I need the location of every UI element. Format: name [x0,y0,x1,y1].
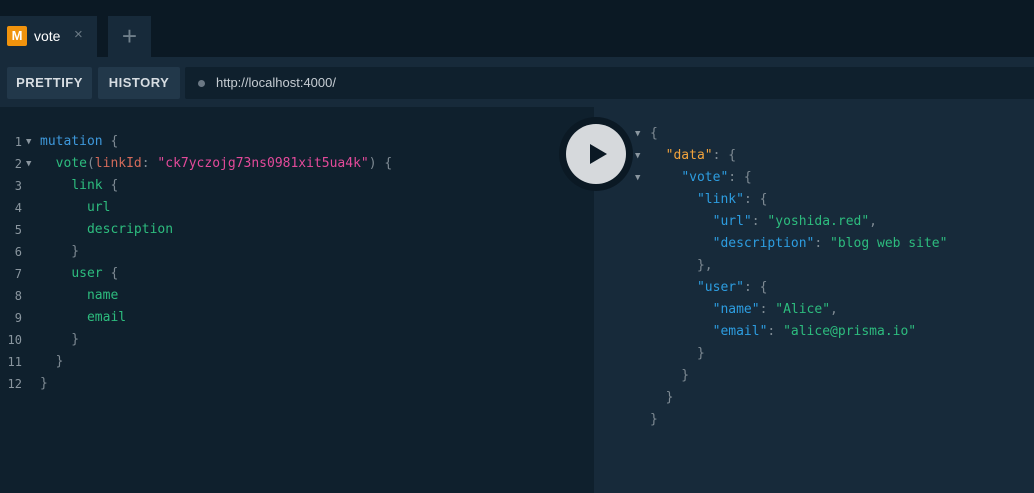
result-line: } [594,387,1034,409]
play-icon [590,144,607,164]
line-number: 10 [7,333,22,347]
result-code: "email": "alice@prisma.io" [712,324,917,339]
line-number: 5 [14,223,22,237]
endpoint-url-input[interactable]: http://localhost:4000/ [185,67,1034,99]
result-code: "user": { [696,280,768,295]
query-line: 11 } [0,351,594,373]
query-code: email [86,310,127,325]
result-line: "description": "blog web site" [594,233,1034,255]
query-line: 7 user { [0,263,594,285]
line-number: 4 [14,201,22,215]
fold-arrow-icon[interactable]: ▼ [635,123,640,145]
query-code: mutation { [40,134,119,149]
query-line: 12} [0,373,594,395]
result-code: }, [650,258,713,273]
result-line: "url": "yoshida.red", [594,211,1034,233]
result-code: } [650,368,690,383]
query-code: user { [71,266,119,281]
query-code: name [86,288,119,303]
mutation-badge: M [7,26,27,46]
query-line: 6 } [0,241,594,263]
result-line: } [594,365,1034,387]
result-line: }, [594,255,1034,277]
query-line: 8 name [0,285,594,307]
query-editor[interactable]: 1 ▼ mutation { 2 ▼ vote(linkId: "ck7yczojg73… [0,107,594,493]
query-line: 10 } [0,329,594,351]
history-button[interactable]: HISTORY [98,67,180,99]
tab-bar: M vote × + [0,0,1034,57]
result-line: } [594,409,1034,431]
line-number: 12 [7,377,22,391]
tab-title: vote [34,28,61,44]
result-code: "url": "yoshida.red", [712,214,877,229]
result-code: "data": { [665,148,737,163]
result-code: "link": { [696,192,768,207]
result-line: ▼ "vote": { [594,167,1034,189]
fold-arrow-icon[interactable]: ▼ [26,131,31,153]
prettify-button[interactable]: PRETTIFY [7,67,92,99]
query-code: link { [71,178,119,193]
query-code: } [40,244,80,259]
query-code: } [40,376,48,391]
result-code: "vote": { [681,170,752,185]
result-line: "link": { [594,189,1034,211]
line-number: 8 [14,289,22,303]
line-number: 2 [14,157,22,171]
query-line: 3 link { [0,175,594,197]
add-tab-button[interactable]: + [108,16,151,57]
endpoint-url: http://localhost:4000/ [216,75,336,90]
fold-arrow-icon[interactable]: ▼ [635,145,640,167]
query-line: 4 url [0,197,594,219]
result-line: "name": "Alice", [594,299,1034,321]
result-code: { [650,126,658,141]
tab-vote[interactable]: M vote × [0,16,97,57]
result-code: } [650,390,674,405]
query-code: url [86,200,111,215]
query-code: vote(linkId: "ck7yczojg73ns0981xit5ua4k"… [55,156,393,171]
result-line: "user": { [594,277,1034,299]
query-line: 9 email [0,307,594,329]
query-code: } [40,332,80,347]
query-code: description [86,222,174,237]
fold-arrow-icon[interactable]: ▼ [635,167,640,189]
query-line: 2 ▼ vote(linkId: "ck7yczojg73ns0981xit5ua… [0,153,594,175]
result-code: "name": "Alice", [712,302,838,317]
run-button-ring [559,117,633,191]
status-dot-icon [198,80,205,87]
toolbar: PRETTIFY HISTORY http://localhost:4000/ [0,57,1034,107]
result-code: } [650,412,658,427]
line-number: 1 [14,135,22,149]
run-query-button[interactable] [566,124,626,184]
result-code: "description": "blog web site" [712,236,948,251]
line-number: 7 [14,267,22,281]
result-line: ▼ "data": { [594,145,1034,167]
line-number: 11 [7,355,22,369]
result-line: } [594,343,1034,365]
line-number: 3 [14,179,22,193]
line-number: 6 [14,245,22,259]
close-icon[interactable]: × [74,25,83,45]
fold-arrow-icon[interactable]: ▼ [26,153,31,175]
query-code: } [40,354,64,369]
result-line: "email": "alice@prisma.io" [594,321,1034,343]
query-line: 5 description [0,219,594,241]
query-line: 1 ▼ mutation { [0,131,594,153]
result-line: ▼{ [594,123,1034,145]
line-number: 9 [14,311,22,325]
result-viewer[interactable]: ▼{▼ "data": {▼ "vote": { "link": { "url"… [594,107,1034,493]
result-code: } [650,346,705,361]
